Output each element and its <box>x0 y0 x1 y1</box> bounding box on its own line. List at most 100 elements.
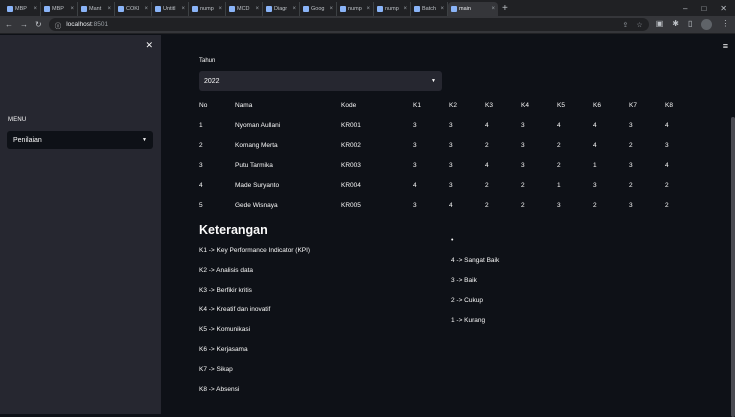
kebab-menu-icon[interactable]: ⋮ <box>721 19 729 30</box>
puzzle-extensions-icon[interactable]: ✱ <box>672 19 679 30</box>
tab-close-icon[interactable]: × <box>366 6 370 12</box>
tab-label: Batch <box>422 6 437 12</box>
column-header: K5 <box>557 101 565 109</box>
chevron-down-icon: ▼ <box>431 78 436 84</box>
reload-icon[interactable]: ↻ <box>35 20 42 29</box>
column-header: K4 <box>521 101 529 109</box>
tab-label: COKI <box>126 6 140 12</box>
skala-list: 4 -> Sangat Baik 3 -> Baik 2 -> Cukup 1 -> … <box>451 257 499 337</box>
column-header: K6 <box>593 101 601 109</box>
tab-favicon-icon <box>451 6 457 12</box>
tab-favicon-icon <box>377 6 383 12</box>
url-port: :8501 <box>91 21 109 28</box>
penilaian-table: No Nama Kode K1 K2 K3 K4 K5 K6 K7 K8 1 Nyoman Aulla… <box>199 95 701 215</box>
side-panel-icon[interactable]: ▯ <box>688 19 692 30</box>
table-row: 4 Made Suryanto KR004 4 3 2 2 1 3 2 2 <box>199 175 701 195</box>
browser-tab[interactable]: Goog × <box>300 2 337 16</box>
tab-close-icon[interactable]: × <box>403 6 407 12</box>
table-cell: 4 <box>413 181 417 189</box>
table-cell: 2 <box>485 181 489 189</box>
browser-tab[interactable]: nump × <box>189 2 226 16</box>
minimize-icon[interactable]: – <box>683 4 687 13</box>
browser-tab[interactable]: Diagr × <box>263 2 300 16</box>
tab-close-icon[interactable]: × <box>440 6 444 12</box>
tab-close-icon[interactable]: × <box>181 6 185 12</box>
table-cell: 3 <box>521 141 525 149</box>
site-info-icon[interactable]: ⓘ <box>55 20 62 30</box>
share-icon[interactable]: ⇪ <box>623 21 629 29</box>
browser-tab[interactable]: COKI × <box>115 2 152 16</box>
bookmark-star-icon[interactable]: ☆ <box>636 21 642 29</box>
tab-close-icon[interactable]: × <box>255 6 259 12</box>
table-cell: 1 <box>199 121 203 129</box>
browser-tab[interactable]: MCD × <box>226 2 263 16</box>
skala-item: 2 -> Cukup <box>451 297 483 304</box>
tab-favicon-icon <box>155 6 161 12</box>
table-cell: 2 <box>485 141 489 149</box>
browser-tab[interactable]: nump × <box>374 2 411 16</box>
keterangan-list: K1 -> Key Performance Indicator (KPI) K2 … <box>199 247 310 405</box>
keterangan-item: K1 -> Key Performance Indicator (KPI) <box>199 247 311 254</box>
table-cell: 2 <box>521 201 525 209</box>
tab-favicon-icon <box>229 6 235 12</box>
keterangan-title: Keterangan <box>199 223 268 237</box>
tab-close-icon[interactable]: × <box>292 6 296 12</box>
maximize-icon[interactable]: □ <box>701 4 706 13</box>
table-cell: 3 <box>665 141 669 149</box>
menu-select[interactable]: Penilaian ▼ <box>7 131 153 149</box>
tab-close-icon[interactable]: × <box>491 6 495 12</box>
tab-close-icon[interactable]: × <box>70 6 74 12</box>
table-cell: 2 <box>665 181 669 189</box>
table-cell: 4 <box>665 121 669 129</box>
profile-avatar[interactable] <box>701 19 713 30</box>
browser-tab[interactable]: MBP × <box>4 2 41 16</box>
main-menu-icon[interactable]: ≡ <box>723 41 728 51</box>
window-close-icon[interactable]: ✕ <box>720 4 727 13</box>
tab-label: Mant <box>89 6 102 12</box>
tab-close-icon[interactable]: × <box>33 6 37 12</box>
keterangan-item: K5 -> Komunikasi <box>199 326 251 334</box>
forward-icon[interactable]: → <box>20 20 28 29</box>
table-cell: 4 <box>485 121 489 129</box>
tab-close-icon[interactable]: × <box>107 6 111 12</box>
tab-favicon-icon <box>44 6 50 12</box>
tab-label: MCD <box>237 6 250 12</box>
extension-icon[interactable]: ▣ <box>656 19 664 30</box>
table-cell: 3 <box>199 161 203 169</box>
browser-tab[interactable]: Mant × <box>78 2 115 16</box>
browser-tab[interactable]: nump × <box>337 2 374 16</box>
column-header: K1 <box>413 101 421 109</box>
table-cell: 4 <box>665 161 669 169</box>
tab-label: main <box>459 6 471 12</box>
table-cell: 3 <box>449 141 453 149</box>
column-header: K7 <box>629 101 637 109</box>
browser-tab[interactable]: main × <box>448 2 498 16</box>
browser-tab-strip: MBP × MBP × Mant × COKI × Untitl × nump × MCD × Diagr ×… <box>0 0 735 16</box>
address-bar[interactable]: ⓘ localhost:8501 ⇪ ☆ <box>48 18 649 31</box>
table-cell: 3 <box>629 161 633 169</box>
tab-close-icon[interactable]: × <box>329 6 333 12</box>
sidebar-close-icon[interactable]: ✕ <box>145 40 153 51</box>
table-cell: 2 <box>557 141 561 149</box>
tab-close-icon[interactable]: × <box>144 6 148 12</box>
browser-tab[interactable]: MBP × <box>41 2 78 16</box>
bullet-marker: • <box>451 237 454 244</box>
table-cell: KR003 <box>341 161 361 169</box>
tab-favicon-icon <box>81 6 87 12</box>
scrollbar[interactable] <box>731 117 735 417</box>
tahun-select[interactable]: 2022 ▼ <box>199 71 442 91</box>
table-cell: 3 <box>449 181 453 189</box>
back-icon[interactable]: ← <box>5 20 13 29</box>
table-cell: KR001 <box>341 121 361 129</box>
browser-toolbar: ← → ↻ ⓘ localhost:8501 ⇪ ☆ ▣ ✱ ▯ ⋮ <box>0 16 735 34</box>
new-tab-button[interactable]: + <box>502 3 508 14</box>
skala-item: 1 -> Kurang <box>451 317 486 324</box>
tab-close-icon[interactable]: × <box>218 6 222 12</box>
tab-favicon-icon <box>118 6 124 12</box>
column-header: Nama <box>235 101 253 109</box>
browser-tab[interactable]: Untitl × <box>152 2 189 16</box>
table-cell: 4 <box>557 121 561 129</box>
browser-tab[interactable]: Batch × <box>411 2 448 16</box>
table-cell: 1 <box>593 161 597 169</box>
column-header: No <box>199 101 208 109</box>
